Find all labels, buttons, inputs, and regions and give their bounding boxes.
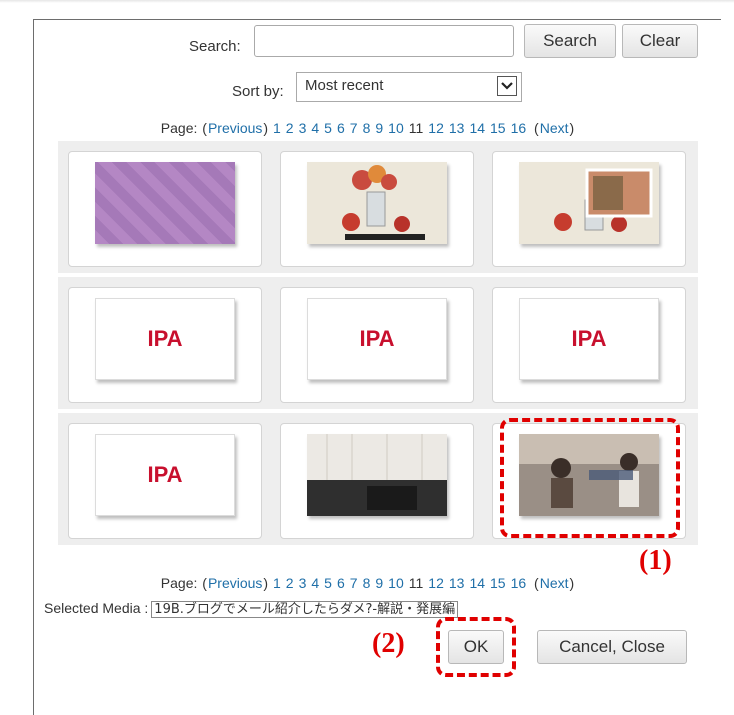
cancel-close-button[interactable]: Cancel, Close bbox=[537, 630, 687, 664]
ipa-logo: IPA bbox=[571, 326, 607, 351]
media-item[interactable]: IPA bbox=[68, 287, 262, 403]
search-input[interactable] bbox=[254, 25, 514, 57]
page-link[interactable]: 16 bbox=[511, 575, 527, 591]
page-link[interactable]: 12 bbox=[428, 575, 444, 591]
highlight-box-1 bbox=[500, 418, 680, 538]
pager-previous-link[interactable]: Previous bbox=[208, 575, 262, 591]
page-link[interactable]: 1 bbox=[273, 575, 281, 591]
sort-selected-value: Most recent bbox=[305, 77, 384, 94]
media-item[interactable] bbox=[280, 151, 474, 267]
page-link[interactable]: 14 bbox=[469, 120, 485, 136]
page-link[interactable]: 13 bbox=[449, 575, 465, 591]
annotation-2: (2) bbox=[372, 628, 405, 659]
page-link[interactable]: 9 bbox=[375, 575, 383, 591]
page-link[interactable]: 4 bbox=[311, 575, 319, 591]
annotation-1: (1) bbox=[639, 545, 672, 576]
selected-media: Selected Media :19B.ブログでメール紹介したらダメ?-解説・発… bbox=[44, 598, 459, 618]
page-link[interactable]: 7 bbox=[350, 575, 358, 591]
page-link[interactable]: 10 bbox=[388, 120, 404, 136]
page-current: 11 bbox=[408, 575, 424, 591]
media-item[interactable]: IPA bbox=[280, 287, 474, 403]
page-link[interactable]: 10 bbox=[388, 575, 404, 591]
page-link[interactable]: 2 bbox=[286, 120, 294, 136]
media-thumbnail[interactable] bbox=[95, 162, 235, 244]
media-row: IPA IPA IPA bbox=[58, 277, 698, 409]
pager-bottom: Page: (Previous) 1 2 3 4 5 6 7 8 9 10 11 12 13 14 15 16… bbox=[160, 575, 575, 591]
page-link[interactable]: 1 bbox=[273, 120, 281, 136]
ipa-logo: IPA bbox=[359, 326, 395, 351]
page-link[interactable]: 8 bbox=[363, 575, 371, 591]
page-link[interactable]: 13 bbox=[449, 120, 465, 136]
search-button[interactable]: Search bbox=[524, 24, 616, 58]
page-link[interactable]: 6 bbox=[337, 575, 345, 591]
page-link[interactable]: 8 bbox=[363, 120, 371, 136]
pager-next-link[interactable]: Next bbox=[540, 575, 569, 591]
media-thumbnail[interactable] bbox=[307, 162, 447, 244]
page-link[interactable]: 15 bbox=[490, 575, 506, 591]
page-link[interactable]: 14 bbox=[469, 575, 485, 591]
sort-label: Sort by: bbox=[232, 83, 284, 100]
page-link[interactable]: 12 bbox=[428, 120, 444, 136]
page-link[interactable]: 2 bbox=[286, 575, 294, 591]
pager-top: Page: (Previous) 1 2 3 4 5 6 7 8 9 10 11 12 13 14 15 16… bbox=[160, 120, 575, 136]
top-shadow bbox=[0, 0, 734, 3]
media-thumbnail[interactable]: IPA bbox=[95, 434, 235, 516]
search-label: Search: bbox=[189, 38, 241, 55]
media-item[interactable]: IPA bbox=[492, 287, 686, 403]
clear-button[interactable]: Clear bbox=[622, 24, 698, 58]
page-link[interactable]: 4 bbox=[311, 120, 319, 136]
selected-media-value: 19B.ブログでメール紹介したらダメ?-解説・発展編 bbox=[151, 601, 459, 618]
pager-next-link[interactable]: Next bbox=[540, 120, 569, 136]
page-link[interactable]: 3 bbox=[299, 575, 307, 591]
page-current: 11 bbox=[408, 120, 424, 136]
pager-label: Page: bbox=[160, 575, 198, 591]
media-thumbnail[interactable] bbox=[307, 434, 447, 516]
media-thumbnail[interactable]: IPA bbox=[519, 298, 659, 380]
media-item[interactable] bbox=[280, 423, 474, 539]
media-item[interactable]: IPA bbox=[68, 423, 262, 539]
pager-previous-link[interactable]: Previous bbox=[208, 120, 262, 136]
page-link[interactable]: 5 bbox=[324, 575, 332, 591]
chevron-down-icon[interactable] bbox=[497, 76, 517, 96]
media-item[interactable] bbox=[492, 151, 686, 267]
ipa-logo: IPA bbox=[147, 326, 183, 351]
ok-button[interactable]: OK bbox=[448, 630, 504, 664]
page-link[interactable]: 3 bbox=[299, 120, 307, 136]
page-link[interactable]: 15 bbox=[490, 120, 506, 136]
sort-select[interactable]: Most recent bbox=[296, 72, 522, 102]
page-link[interactable]: 5 bbox=[324, 120, 332, 136]
pager-label: Page: bbox=[160, 120, 198, 136]
page-link[interactable]: 6 bbox=[337, 120, 345, 136]
media-item[interactable] bbox=[68, 151, 262, 267]
page-link[interactable]: 7 bbox=[350, 120, 358, 136]
page-link[interactable]: 16 bbox=[511, 120, 527, 136]
media-row bbox=[58, 141, 698, 273]
media-thumbnail[interactable]: IPA bbox=[307, 298, 447, 380]
media-thumbnail[interactable] bbox=[519, 162, 659, 244]
selected-media-label: Selected Media : bbox=[44, 600, 149, 616]
media-thumbnail[interactable]: IPA bbox=[95, 298, 235, 380]
ipa-logo: IPA bbox=[147, 462, 183, 487]
dialog-border-top bbox=[33, 19, 721, 20]
page-link[interactable]: 9 bbox=[375, 120, 383, 136]
